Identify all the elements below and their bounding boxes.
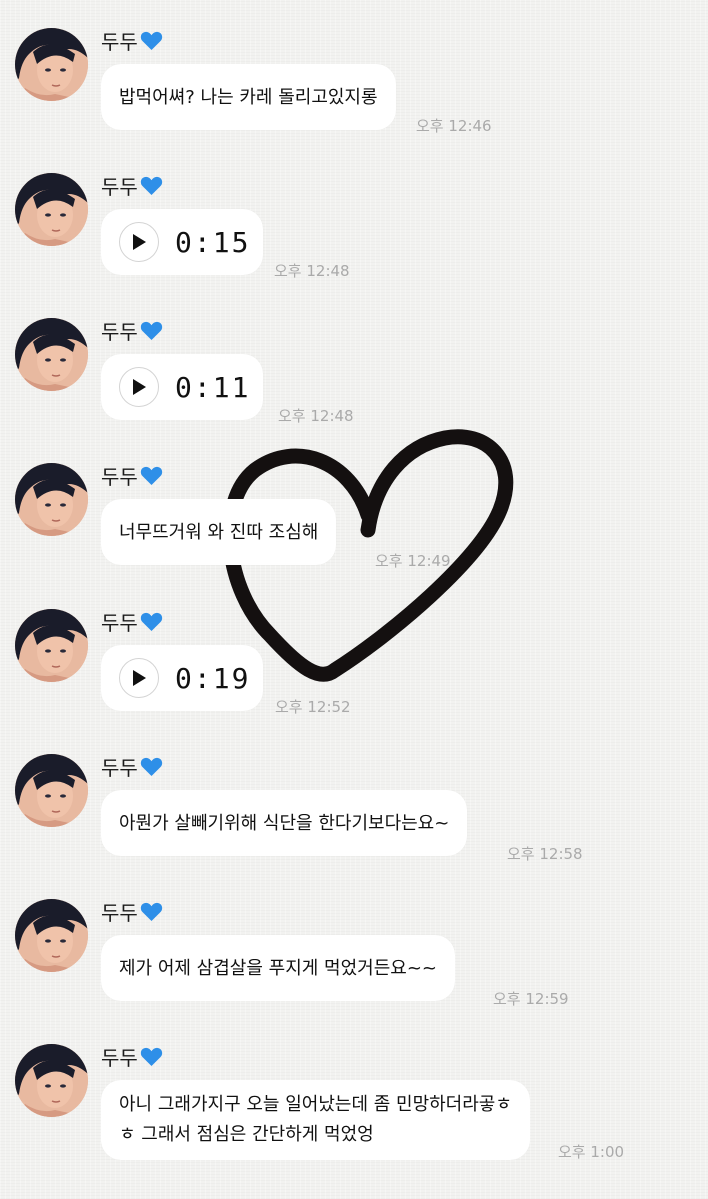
avatar[interactable]	[15, 1044, 88, 1117]
message-bubble[interactable]: 아뭔가 살빼기위해 식단을 한다기보다는요~	[101, 790, 468, 856]
message-time: 오후 12:49	[375, 552, 451, 570]
message-bubble[interactable]: 너무뜨거워 와 진따 조심해	[101, 499, 337, 565]
sender-name: 두두	[101, 752, 163, 781]
sender-name: 두두	[101, 897, 163, 926]
message-text: 제가 어제 삼겹살을 푸지게 먹었거든요~~	[119, 957, 438, 979]
voice-duration: 0:11	[175, 370, 251, 404]
sender-name: 두두	[101, 171, 163, 200]
blue-heart-icon	[140, 757, 162, 777]
sender-name: 두두	[101, 1042, 163, 1071]
sender-name-text: 두두	[101, 175, 138, 199]
message-time: 오후 12:58	[507, 845, 583, 863]
play-icon	[133, 670, 146, 686]
sender-name-text: 두두	[101, 465, 138, 489]
avatar[interactable]	[15, 609, 88, 682]
blue-heart-icon	[140, 1047, 162, 1067]
sender-name-text: 두두	[101, 611, 138, 635]
avatar[interactable]	[15, 173, 88, 246]
message-time: 오후 1:00	[558, 1143, 625, 1161]
avatar[interactable]	[15, 899, 88, 972]
voice-duration: 0:15	[175, 225, 251, 259]
message-bubble[interactable]: 제가 어제 삼겹살을 푸지게 먹었거든요~~	[101, 935, 456, 1001]
blue-heart-icon	[140, 321, 162, 341]
message-text: 밥먹어쎠? 나는 카레 돌리고있지롱	[119, 86, 378, 108]
avatar[interactable]	[15, 463, 88, 536]
sender-name-text: 두두	[101, 756, 138, 780]
message-text: 너무뜨거워 와 진따 조심해	[119, 521, 319, 543]
blue-heart-icon	[140, 31, 162, 51]
blue-heart-icon	[140, 176, 162, 196]
voice-message-bubble[interactable]: 0:11	[101, 354, 263, 420]
message-time: 오후 12:48	[278, 407, 354, 425]
sender-name: 두두	[101, 607, 163, 636]
message-text: 아뭔가 살빼기위해 식단을 한다기보다는요~	[119, 812, 450, 834]
play-button[interactable]	[119, 658, 159, 698]
voice-message-bubble[interactable]: 0:19	[101, 645, 263, 711]
message-text-line-1: 아니 그래가지구 오늘 일어났는데 좀 민망하더라곻ㅎ	[119, 1094, 512, 1115]
sender-name-text: 두두	[101, 30, 138, 54]
play-icon	[133, 379, 146, 395]
blue-heart-icon	[140, 902, 162, 922]
message-time: 오후 12:48	[274, 262, 350, 280]
sender-name-text: 두두	[101, 901, 138, 925]
avatar[interactable]	[15, 754, 88, 827]
avatar[interactable]	[15, 318, 88, 391]
sender-name: 두두	[101, 26, 163, 55]
sender-name-text: 두두	[101, 1046, 138, 1070]
blue-heart-icon	[140, 466, 162, 486]
message-text-line-2: ㅎ 그래서 점심은 간단하게 먹었엉	[119, 1124, 374, 1145]
message-bubble[interactable]: 밥먹어쎠? 나는 카레 돌리고있지롱	[101, 64, 396, 130]
play-button[interactable]	[119, 367, 159, 407]
message-time: 오후 12:52	[275, 698, 351, 716]
play-button[interactable]	[119, 222, 159, 262]
message-time: 오후 12:46	[416, 117, 492, 135]
voice-duration: 0:19	[175, 661, 251, 695]
voice-message-bubble[interactable]: 0:15	[101, 209, 263, 275]
avatar[interactable]	[15, 28, 88, 101]
play-icon	[133, 234, 146, 250]
message-bubble[interactable]: 아니 그래가지구 오늘 일어났는데 좀 민망하더라곻ㅎ ㅎ 그래서 점심은 간단…	[101, 1080, 530, 1160]
blue-heart-icon	[140, 612, 162, 632]
sender-name: 두두	[101, 316, 163, 345]
sender-name-text: 두두	[101, 320, 138, 344]
message-time: 오후 12:59	[493, 990, 569, 1008]
sender-name: 두두	[101, 461, 163, 490]
